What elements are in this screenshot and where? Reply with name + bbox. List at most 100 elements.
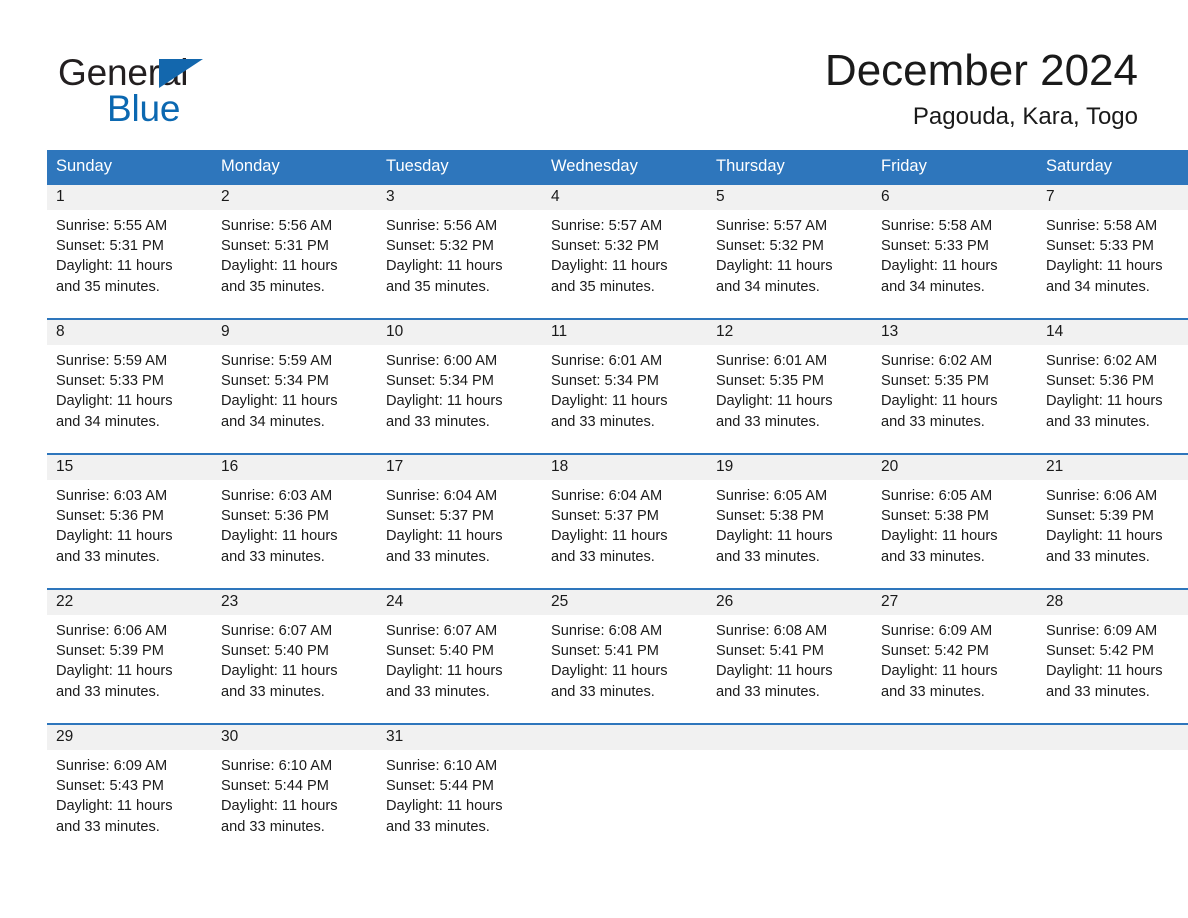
sunrise-text: Sunrise: 6:06 AM (1046, 487, 1158, 504)
calendar-day-cell[interactable]: 13 Sunrise: 6:02 AM Sunset: 5:35 PM Dayl… (872, 317, 1037, 454)
day-number-band: 21 (1037, 454, 1188, 480)
day-number-band: 25 (542, 589, 707, 615)
calendar-day-cell[interactable]: 10 Sunrise: 6:00 AM Sunset: 5:34 PM Dayl… (377, 317, 542, 454)
day-number: 20 (881, 457, 899, 475)
sunrise-text: Sunrise: 6:02 AM (881, 352, 993, 369)
day-number-band: 30 (212, 724, 377, 750)
day-details: Sunrise: 6:05 AM Sunset: 5:38 PM Dayligh… (707, 480, 872, 567)
logo-text-blue: Blue (107, 88, 181, 129)
day-number-band: 22 (47, 589, 212, 615)
daylight-text-line2: and 35 minutes. (56, 278, 160, 295)
calendar-day-cell[interactable]: 22 Sunrise: 6:06 AM Sunset: 5:39 PM Dayl… (47, 587, 212, 724)
calendar-week-row: 1 Sunrise: 5:55 AM Sunset: 5:31 PM Dayli… (47, 184, 1188, 319)
daylight-text-line1: Daylight: 11 hours (551, 393, 668, 410)
day-details: Sunrise: 6:03 AM Sunset: 5:36 PM Dayligh… (212, 480, 377, 567)
weekday-header-tuesday: Tuesday (377, 149, 542, 185)
day-number: 30 (221, 727, 239, 745)
daylight-text-line1: Daylight: 11 hours (551, 663, 668, 680)
calendar-day-cell[interactable]: 14 Sunrise: 6:02 AM Sunset: 5:36 PM Dayl… (1037, 317, 1188, 454)
day-details: Sunrise: 6:02 AM Sunset: 5:35 PM Dayligh… (872, 345, 1037, 432)
calendar-day-cell[interactable]: 3 Sunrise: 5:56 AM Sunset: 5:32 PM Dayli… (377, 184, 542, 319)
sunrise-text: Sunrise: 6:07 AM (386, 622, 498, 639)
daylight-text-line2: and 33 minutes. (386, 548, 490, 565)
daylight-text-line2: and 34 minutes. (1046, 278, 1150, 295)
calendar-day-cell[interactable]: 9 Sunrise: 5:59 AM Sunset: 5:34 PM Dayli… (212, 317, 377, 454)
daylight-text-line1: Daylight: 11 hours (1046, 258, 1163, 275)
calendar-header-row: Sunday Monday Tuesday Wednesday Thursday… (47, 149, 1188, 185)
calendar-day-cell[interactable]: 12 Sunrise: 6:01 AM Sunset: 5:35 PM Dayl… (707, 317, 872, 454)
calendar-day-cell[interactable]: 6 Sunrise: 5:58 AM Sunset: 5:33 PM Dayli… (872, 184, 1037, 319)
daylight-text-line1: Daylight: 11 hours (551, 528, 668, 545)
sunset-text: Sunset: 5:34 PM (221, 373, 329, 390)
sunset-text: Sunset: 5:34 PM (386, 373, 494, 390)
calendar-day-cell[interactable]: 7 Sunrise: 5:58 AM Sunset: 5:33 PM Dayli… (1037, 184, 1188, 319)
day-number: 23 (221, 592, 239, 610)
day-number: 1 (56, 187, 65, 205)
day-details: Sunrise: 5:56 AM Sunset: 5:31 PM Dayligh… (212, 210, 377, 297)
calendar-day-cell[interactable]: 15 Sunrise: 6:03 AM Sunset: 5:36 PM Dayl… (47, 452, 212, 589)
daylight-text-line2: and 33 minutes. (716, 683, 820, 700)
calendar-week-row: 8 Sunrise: 5:59 AM Sunset: 5:33 PM Dayli… (47, 317, 1188, 454)
day-number-band: 29 (47, 724, 212, 750)
calendar-day-cell[interactable]: 31 Sunrise: 6:10 AM Sunset: 5:44 PM Dayl… (377, 722, 542, 858)
day-number-band: 12 (707, 319, 872, 345)
calendar-week-row: 22 Sunrise: 6:06 AM Sunset: 5:39 PM Dayl… (47, 587, 1188, 724)
calendar-day-cell-empty (542, 722, 707, 858)
sunset-text: Sunset: 5:44 PM (221, 778, 329, 795)
sunrise-text: Sunrise: 6:01 AM (551, 352, 663, 369)
calendar-day-cell[interactable]: 20 Sunrise: 6:05 AM Sunset: 5:38 PM Dayl… (872, 452, 1037, 589)
day-number: 6 (881, 187, 890, 205)
calendar-day-cell[interactable]: 5 Sunrise: 5:57 AM Sunset: 5:32 PM Dayli… (707, 184, 872, 319)
calendar-day-cell[interactable]: 26 Sunrise: 6:08 AM Sunset: 5:41 PM Dayl… (707, 587, 872, 724)
calendar-day-cell[interactable]: 30 Sunrise: 6:10 AM Sunset: 5:44 PM Dayl… (212, 722, 377, 858)
calendar-day-cell[interactable]: 11 Sunrise: 6:01 AM Sunset: 5:34 PM Dayl… (542, 317, 707, 454)
daylight-text-line2: and 33 minutes. (1046, 548, 1150, 565)
calendar-day-cell[interactable]: 27 Sunrise: 6:09 AM Sunset: 5:42 PM Dayl… (872, 587, 1037, 724)
calendar-day-cell[interactable]: 29 Sunrise: 6:09 AM Sunset: 5:43 PM Dayl… (47, 722, 212, 858)
day-details: Sunrise: 5:57 AM Sunset: 5:32 PM Dayligh… (542, 210, 707, 297)
calendar-day-cell[interactable]: 21 Sunrise: 6:06 AM Sunset: 5:39 PM Dayl… (1037, 452, 1188, 589)
calendar-day-cell[interactable]: 1 Sunrise: 5:55 AM Sunset: 5:31 PM Dayli… (47, 184, 212, 319)
day-number: 19 (716, 457, 734, 475)
sunrise-text: Sunrise: 6:06 AM (56, 622, 168, 639)
day-details: Sunrise: 6:06 AM Sunset: 5:39 PM Dayligh… (1037, 480, 1188, 567)
sunset-text: Sunset: 5:42 PM (881, 643, 989, 660)
daylight-text-line2: and 34 minutes. (716, 278, 820, 295)
daylight-text-line1: Daylight: 11 hours (386, 258, 503, 275)
daylight-text-line1: Daylight: 11 hours (881, 258, 998, 275)
daylight-text-line2: and 33 minutes. (386, 413, 490, 430)
day-number-band: 8 (47, 319, 212, 345)
day-number-band: 9 (212, 319, 377, 345)
calendar-day-cell[interactable]: 16 Sunrise: 6:03 AM Sunset: 5:36 PM Dayl… (212, 452, 377, 589)
day-number: 28 (1046, 592, 1064, 610)
sunrise-text: Sunrise: 6:09 AM (56, 757, 168, 774)
calendar-day-cell[interactable]: 18 Sunrise: 6:04 AM Sunset: 5:37 PM Dayl… (542, 452, 707, 589)
calendar-day-cell[interactable]: 2 Sunrise: 5:56 AM Sunset: 5:31 PM Dayli… (212, 184, 377, 319)
day-number-band: 10 (377, 319, 542, 345)
calendar-day-cell[interactable]: 8 Sunrise: 5:59 AM Sunset: 5:33 PM Dayli… (47, 317, 212, 454)
page-subtitle: Pagouda, Kara, Togo (912, 103, 1138, 131)
day-number-band: 5 (707, 184, 872, 210)
day-number-band: 27 (872, 589, 1037, 615)
day-details: Sunrise: 6:04 AM Sunset: 5:37 PM Dayligh… (377, 480, 542, 567)
day-details: Sunrise: 6:06 AM Sunset: 5:39 PM Dayligh… (47, 615, 212, 702)
daylight-text-line2: and 33 minutes. (551, 413, 655, 430)
calendar-day-cell[interactable]: 24 Sunrise: 6:07 AM Sunset: 5:40 PM Dayl… (377, 587, 542, 724)
sunset-text: Sunset: 5:33 PM (56, 373, 164, 390)
day-details: Sunrise: 6:08 AM Sunset: 5:41 PM Dayligh… (707, 615, 872, 702)
sunrise-text: Sunrise: 5:57 AM (716, 217, 828, 234)
calendar-day-cell[interactable]: 17 Sunrise: 6:04 AM Sunset: 5:37 PM Dayl… (377, 452, 542, 589)
calendar-day-cell[interactable]: 23 Sunrise: 6:07 AM Sunset: 5:40 PM Dayl… (212, 587, 377, 724)
calendar-day-cell[interactable]: 25 Sunrise: 6:08 AM Sunset: 5:41 PM Dayl… (542, 587, 707, 724)
sunrise-text: Sunrise: 5:57 AM (551, 217, 663, 234)
calendar-day-cell[interactable]: 28 Sunrise: 6:09 AM Sunset: 5:42 PM Dayl… (1037, 587, 1188, 724)
sunset-text: Sunset: 5:35 PM (716, 373, 824, 390)
daylight-text-line2: and 33 minutes. (1046, 683, 1150, 700)
day-number: 3 (386, 187, 395, 205)
calendar-day-cell[interactable]: 19 Sunrise: 6:05 AM Sunset: 5:38 PM Dayl… (707, 452, 872, 589)
day-number: 4 (551, 187, 560, 205)
day-details: Sunrise: 5:59 AM Sunset: 5:33 PM Dayligh… (47, 345, 212, 432)
day-number-band: 24 (377, 589, 542, 615)
day-details: Sunrise: 5:58 AM Sunset: 5:33 PM Dayligh… (1037, 210, 1188, 297)
calendar-day-cell[interactable]: 4 Sunrise: 5:57 AM Sunset: 5:32 PM Dayli… (542, 184, 707, 319)
